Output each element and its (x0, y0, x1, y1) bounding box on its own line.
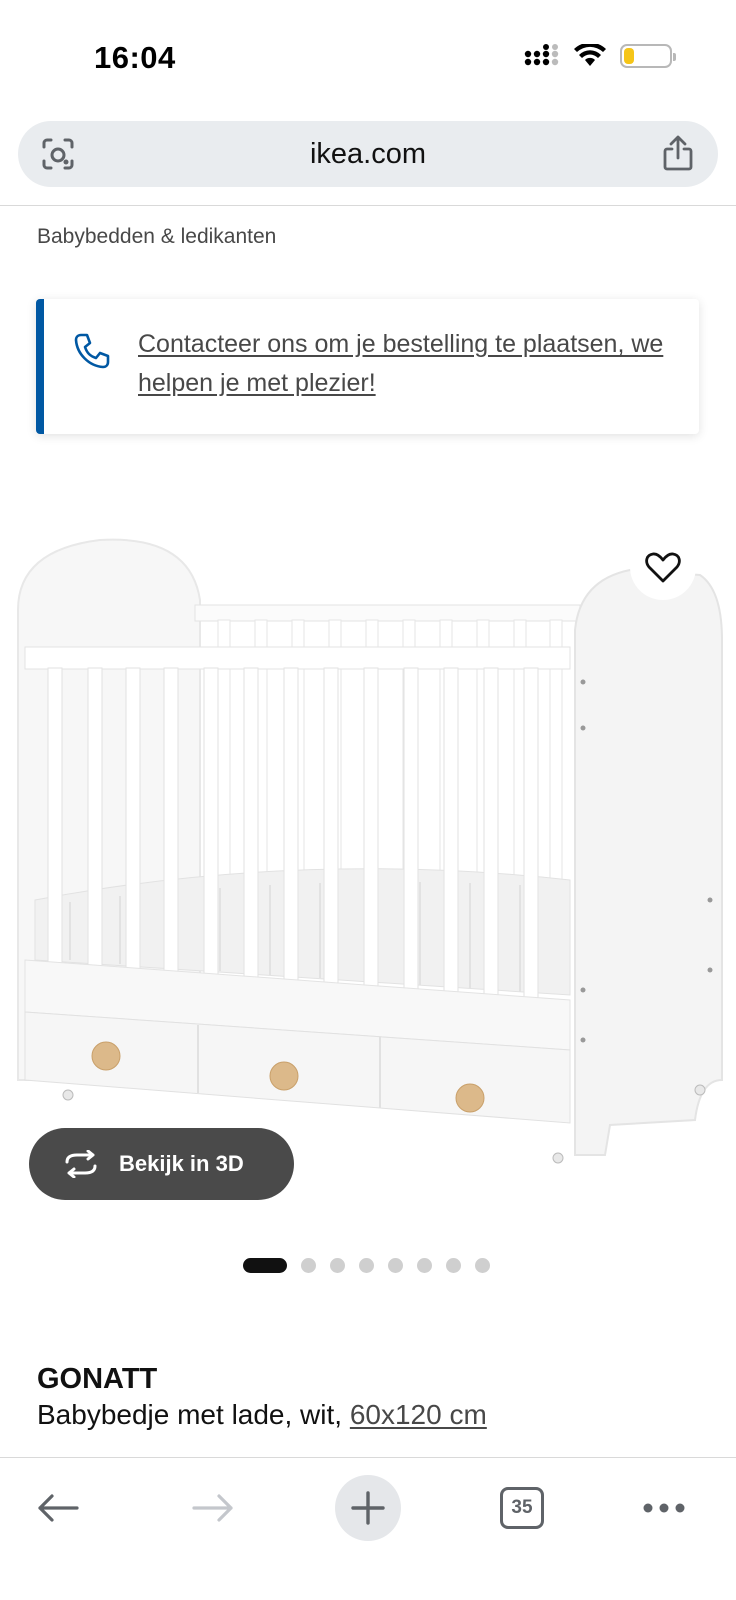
product-image (17, 538, 723, 1164)
share-icon[interactable] (660, 134, 696, 172)
browser-bottom-nav: 35 (0, 1458, 736, 1600)
heart-icon (645, 552, 681, 583)
plus-icon (351, 1491, 385, 1525)
carousel-dot[interactable] (446, 1258, 461, 1273)
phone-icon (74, 333, 110, 369)
tab-count: 35 (500, 1487, 544, 1529)
wifi-icon (574, 44, 606, 66)
arrow-right-icon (192, 1494, 233, 1522)
carousel-dot[interactable] (475, 1258, 490, 1273)
rotate-3d-icon (65, 1150, 97, 1178)
carousel-dot[interactable] (301, 1258, 316, 1273)
carousel-dot[interactable] (330, 1258, 345, 1273)
tabs-button[interactable]: 35 (482, 1468, 562, 1548)
back-button[interactable] (18, 1468, 98, 1548)
new-tab-button[interactable] (335, 1475, 401, 1541)
more-menu-button[interactable] (624, 1468, 704, 1548)
breadcrumb[interactable]: Babybedden & ledikanten (37, 225, 276, 249)
product-description: Babybedje met lade, wit, 60x120 cm (37, 1399, 487, 1431)
address-bar[interactable]: ikea.com (18, 121, 718, 187)
product-description-text: Babybedje met lade, wit, (37, 1399, 350, 1430)
more-dots-icon (643, 1503, 685, 1513)
status-bar: 16:04 (0, 0, 736, 110)
product-size-link[interactable]: 60x120 cm (350, 1399, 487, 1430)
status-icons (524, 44, 676, 68)
view-in-3d-label: Bekijk in 3D (119, 1151, 244, 1176)
product-name: GONATT (37, 1363, 158, 1395)
url-text[interactable]: ikea.com (310, 138, 426, 171)
image-carousel-indicator[interactable] (243, 1258, 490, 1273)
contact-banner: Contacteer ons om je bestelling te plaat… (36, 299, 699, 434)
forward-button[interactable] (173, 1468, 253, 1548)
toolbar-divider (0, 205, 736, 206)
view-in-3d-button[interactable]: Bekijk in 3D (29, 1128, 294, 1200)
status-time: 16:04 (94, 40, 176, 75)
battery-icon (620, 44, 676, 68)
carousel-dot-active[interactable] (243, 1258, 287, 1273)
camera-search-icon[interactable] (40, 136, 76, 172)
carousel-dot[interactable] (388, 1258, 403, 1273)
carousel-dot[interactable] (359, 1258, 374, 1273)
contact-link[interactable]: Contacteer ons om je bestelling te plaat… (138, 325, 678, 403)
favorite-button[interactable] (630, 534, 696, 600)
arrow-left-icon (38, 1494, 79, 1522)
carousel-dot[interactable] (417, 1258, 432, 1273)
cellular-signal-icon (524, 44, 559, 66)
